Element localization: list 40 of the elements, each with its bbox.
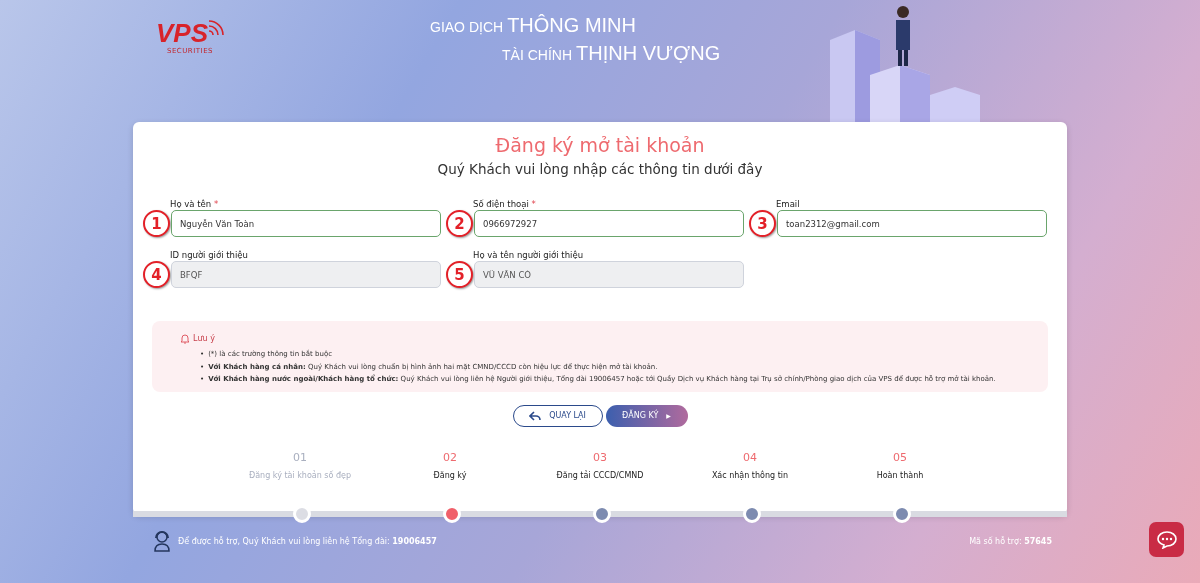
input-field[interactable]: 0966972927 — [474, 210, 744, 237]
slogan-text: GIAO DỊCH — [430, 19, 504, 35]
bell-icon — [180, 333, 190, 344]
step-label: Đăng tải CCCD/CMND — [556, 470, 644, 480]
step-number: 02 — [443, 450, 457, 464]
back-button[interactable]: QUAY LẠI — [512, 404, 603, 427]
note-title: Lưu ý — [193, 334, 215, 343]
number-marker: 2 — [446, 210, 473, 237]
support-text: Để được hỗ trợ, Quý Khách vui lòng liên hệ Tổng đài: 19006457 — [178, 536, 437, 546]
step-number: 01 — [293, 450, 307, 464]
step-label: Hoàn thành — [876, 470, 924, 480]
field-label: Số điện thoại * — [473, 199, 537, 210]
step-label: Đăng ký tài khoản số đẹp — [249, 470, 351, 480]
step-number: 03 — [593, 450, 607, 464]
slogan-text: TÀI CHÍNH — [502, 47, 572, 63]
number-marker: 1 — [143, 210, 170, 237]
chat-button[interactable] — [1149, 522, 1184, 557]
slogan-highlight: THỊNH VƯỢNG — [576, 42, 721, 65]
form-subtitle: Quý Khách vui lòng nhập các thông tin dưới đây — [437, 161, 763, 177]
step-label: Đăng ký — [433, 470, 467, 480]
signal-icon — [208, 20, 224, 36]
input-field[interactable]: toan2312@gmail.com — [777, 210, 1047, 237]
field-label: ID người giới thiệu — [170, 250, 249, 261]
logo-text: VPS — [156, 20, 208, 46]
number-marker: 4 — [143, 261, 170, 288]
undo-arrow-icon — [529, 410, 542, 421]
field-label: Họ và tên * — [170, 199, 220, 210]
step-number: 05 — [893, 450, 907, 464]
number-marker: 5 — [446, 261, 473, 288]
slogan-highlight: THÔNG MINH — [507, 14, 636, 37]
field-label: Họ và tên người giới thiệu — [473, 250, 585, 261]
form-title: Đăng ký mở tài khoản — [495, 134, 705, 156]
step-number: 04 — [743, 450, 757, 464]
input-field[interactable]: Nguyễn Văn Toàn — [171, 210, 441, 237]
field-label: Email — [776, 199, 801, 210]
support-agent-icon — [152, 530, 172, 552]
chat-bubble-icon — [1156, 530, 1177, 549]
support-code: Mã số hỗ trợ: 57645 — [969, 536, 1052, 546]
step-label: Xác nhận thông tin — [711, 470, 789, 480]
number-marker: 3 — [749, 210, 776, 237]
